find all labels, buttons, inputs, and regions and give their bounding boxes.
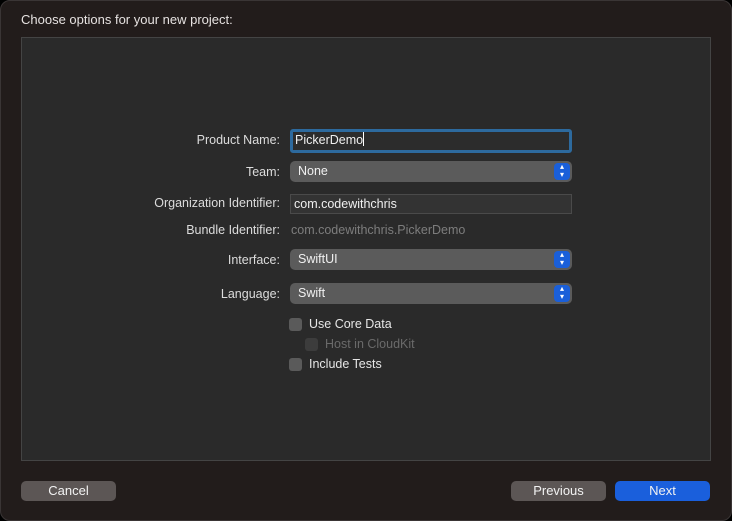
options-panel: Product Name: PickerDemo Team: None ▴ ▾ O…	[21, 37, 711, 461]
dialog-title: Choose options for your new project:	[21, 12, 233, 27]
text-caret	[363, 132, 365, 146]
team-value: None	[298, 164, 328, 178]
language-value: Swift	[298, 286, 326, 300]
team-popup[interactable]: None ▴ ▾	[290, 161, 572, 182]
interface-value: SwiftUI	[298, 252, 338, 266]
language-label: Language:	[220, 287, 280, 301]
team-chevron-up-down-icon: ▴ ▾	[554, 163, 570, 180]
include-tests-label: Include Tests	[309, 357, 382, 371]
interface-label: Interface:	[227, 253, 280, 267]
host-in-cloudkit-checkbox[interactable]: Host in CloudKit	[305, 337, 415, 351]
previous-button[interactable]: Previous	[511, 481, 606, 501]
org-id-value: com.codewithchris	[294, 197, 397, 211]
bundle-id-value: com.codewithchris.PickerDemo	[291, 223, 466, 237]
language-chevron-up-down-icon: ▴ ▾	[554, 285, 570, 302]
checkbox-box	[305, 337, 318, 351]
cancel-button[interactable]: Cancel	[21, 481, 116, 501]
team-label: Team:	[245, 165, 280, 179]
next-button[interactable]: Next	[615, 481, 710, 501]
host-in-cloudkit-label: Host in CloudKit	[325, 337, 415, 351]
bundle-id-label: Bundle Identifier:	[186, 223, 280, 237]
org-id-field[interactable]: com.codewithchris	[290, 194, 572, 214]
use-core-data-checkbox[interactable]: Use Core Data	[289, 317, 392, 331]
use-core-data-label: Use Core Data	[309, 317, 392, 331]
checkbox-box	[289, 317, 302, 331]
product-name-field[interactable]: PickerDemo	[290, 129, 572, 153]
new-project-sheet: Choose options for your new project: Pro…	[0, 0, 732, 521]
org-id-label: Organization Identifier:	[154, 196, 280, 210]
interface-chevron-up-down-icon: ▴ ▾	[554, 251, 570, 268]
checkbox-box	[289, 357, 302, 371]
language-popup[interactable]: Swift ▴ ▾	[290, 283, 572, 304]
interface-popup[interactable]: SwiftUI ▴ ▾	[290, 249, 572, 270]
include-tests-checkbox[interactable]: Include Tests	[289, 357, 382, 371]
product-name-value: PickerDemo	[295, 133, 364, 147]
product-name-label: Product Name:	[196, 133, 280, 147]
